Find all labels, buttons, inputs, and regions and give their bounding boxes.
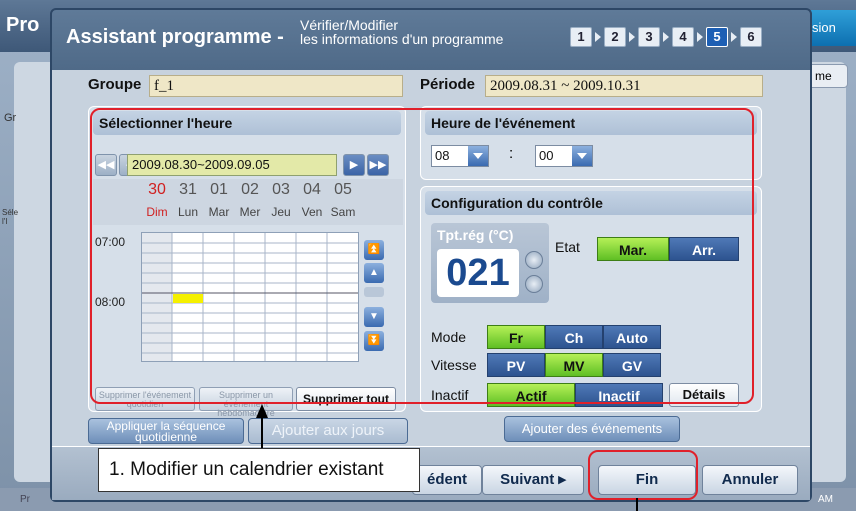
instruction-callout: 1. Modifier un calendrier existant (98, 448, 420, 492)
callout-arrows (256, 404, 638, 511)
